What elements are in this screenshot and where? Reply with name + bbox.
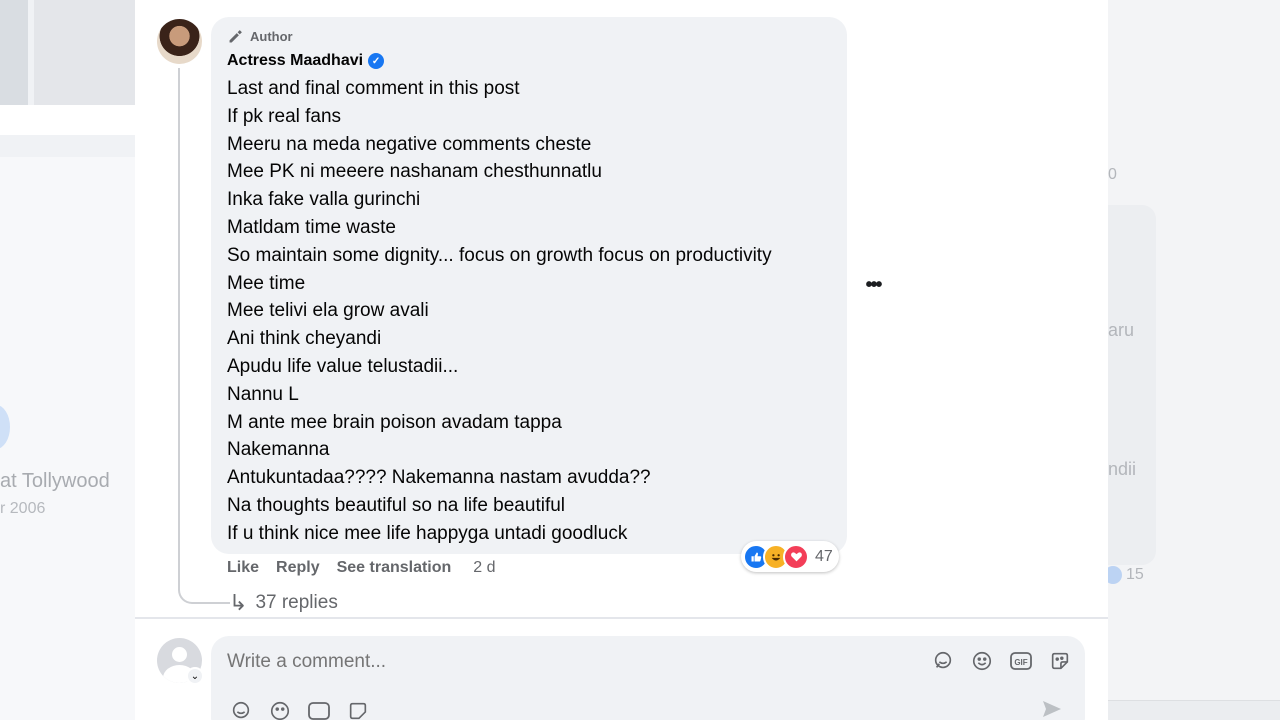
author-avatar[interactable] <box>157 19 202 64</box>
divider <box>135 617 1108 619</box>
replies-count-label[interactable]: 37 replies <box>255 592 337 614</box>
background-photo <box>0 0 28 105</box>
emoji-icon[interactable] <box>267 698 293 720</box>
reply-arrow-icon: ↳ <box>229 590 248 615</box>
comment-line: Antukuntadaa???? Nakemanna nastam avudda… <box>227 467 651 489</box>
comment-timestamp[interactable]: 2 d <box>473 559 495 577</box>
reply-button[interactable]: Reply <box>276 559 320 577</box>
see-translation-link[interactable]: See translation <box>337 559 452 577</box>
like-button[interactable]: Like <box>227 559 259 577</box>
verified-badge-icon: ✓ <box>368 53 385 69</box>
sticker-icon[interactable] <box>345 698 371 720</box>
comment-text: Last and final comment in this post If pk… <box>227 75 837 548</box>
thread-line <box>178 68 180 589</box>
comment-line: Matldam time waste <box>227 216 396 238</box>
composer-bottom-toolbar <box>228 698 371 720</box>
comment-line: If u think nice mee life happyga untadi … <box>227 522 628 544</box>
comment-author[interactable]: Actress Maadhavi ✓ <box>227 52 385 70</box>
background-text: ndii <box>1108 459 1137 479</box>
comment-line: M ante mee brain poison avadam tappa <box>227 411 562 433</box>
reactions-summary[interactable]: 47 <box>741 541 839 572</box>
comment-line: So maintain some dignity... focus on gro… <box>227 244 772 266</box>
background-strip <box>0 105 135 135</box>
author-badge: Author <box>227 28 293 45</box>
comment-line: If pk real fans <box>227 105 342 127</box>
comment-line: Na thoughts beautiful so na life beautif… <box>227 494 566 516</box>
comment-line: Mee time <box>227 272 306 294</box>
comment-line: Inka fake valla gurinchi <box>227 189 421 211</box>
sticker-avatar-icon[interactable] <box>228 698 254 720</box>
comment-actions: Like Reply See translation 2 d <box>227 559 513 577</box>
comment-line: Mee telivi ela grow avali <box>227 300 429 322</box>
comment-line: Meeru na meda negative comments cheste <box>227 133 592 155</box>
svg-text:GIF: GIF <box>1014 658 1027 667</box>
gif-icon[interactable]: GIF <box>1008 648 1034 674</box>
comment-line: Mee PK ni meeere nashanam chesthunnatlu <box>227 161 602 183</box>
background-page-subtitle: r 2006 <box>0 500 46 517</box>
sticker-avatar-icon[interactable] <box>930 648 956 674</box>
send-icon[interactable] <box>1040 697 1064 720</box>
author-badge-label: Author <box>250 29 293 44</box>
emoji-icon[interactable] <box>969 648 995 674</box>
comment-line: Ani think cheyandi <box>227 328 382 350</box>
author-name-text[interactable]: Actress Maadhavi <box>227 52 363 70</box>
background-right-card <box>1108 205 1156 565</box>
comment-input[interactable] <box>227 651 907 673</box>
background-photo <box>34 0 135 105</box>
view-replies-button[interactable]: ↳ 37 replies <box>229 590 338 616</box>
background-left-panel <box>0 157 135 720</box>
pencil-icon <box>229 30 242 43</box>
sticker-icon[interactable] <box>1047 648 1073 674</box>
background-page-name: at Tollywood <box>0 470 110 492</box>
background-reaction-count: 15 <box>1104 566 1144 584</box>
more-options-button[interactable]: ••• <box>860 272 886 298</box>
reaction-count: 47 <box>815 547 833 565</box>
comment-line: Nakemanna <box>227 439 330 461</box>
comment-line: Nannu L <box>227 383 299 405</box>
background-text: aru <box>1108 320 1135 340</box>
avatar-head <box>172 647 187 662</box>
thread-connector <box>178 588 230 604</box>
chevron-down-icon[interactable]: ⌄ <box>186 667 204 685</box>
background-count: 15 <box>1126 566 1144 583</box>
comment-line: Apudu life value telustadii... <box>227 355 459 377</box>
comment-line: Last and final comment in this post <box>227 78 520 99</box>
gif-icon[interactable] <box>306 698 332 720</box>
composer-toolbar: GIF <box>930 648 1073 674</box>
background-bottom-bar <box>1108 700 1280 720</box>
background-text: 0 <box>1108 166 1117 183</box>
love-reaction-icon <box>783 543 809 570</box>
